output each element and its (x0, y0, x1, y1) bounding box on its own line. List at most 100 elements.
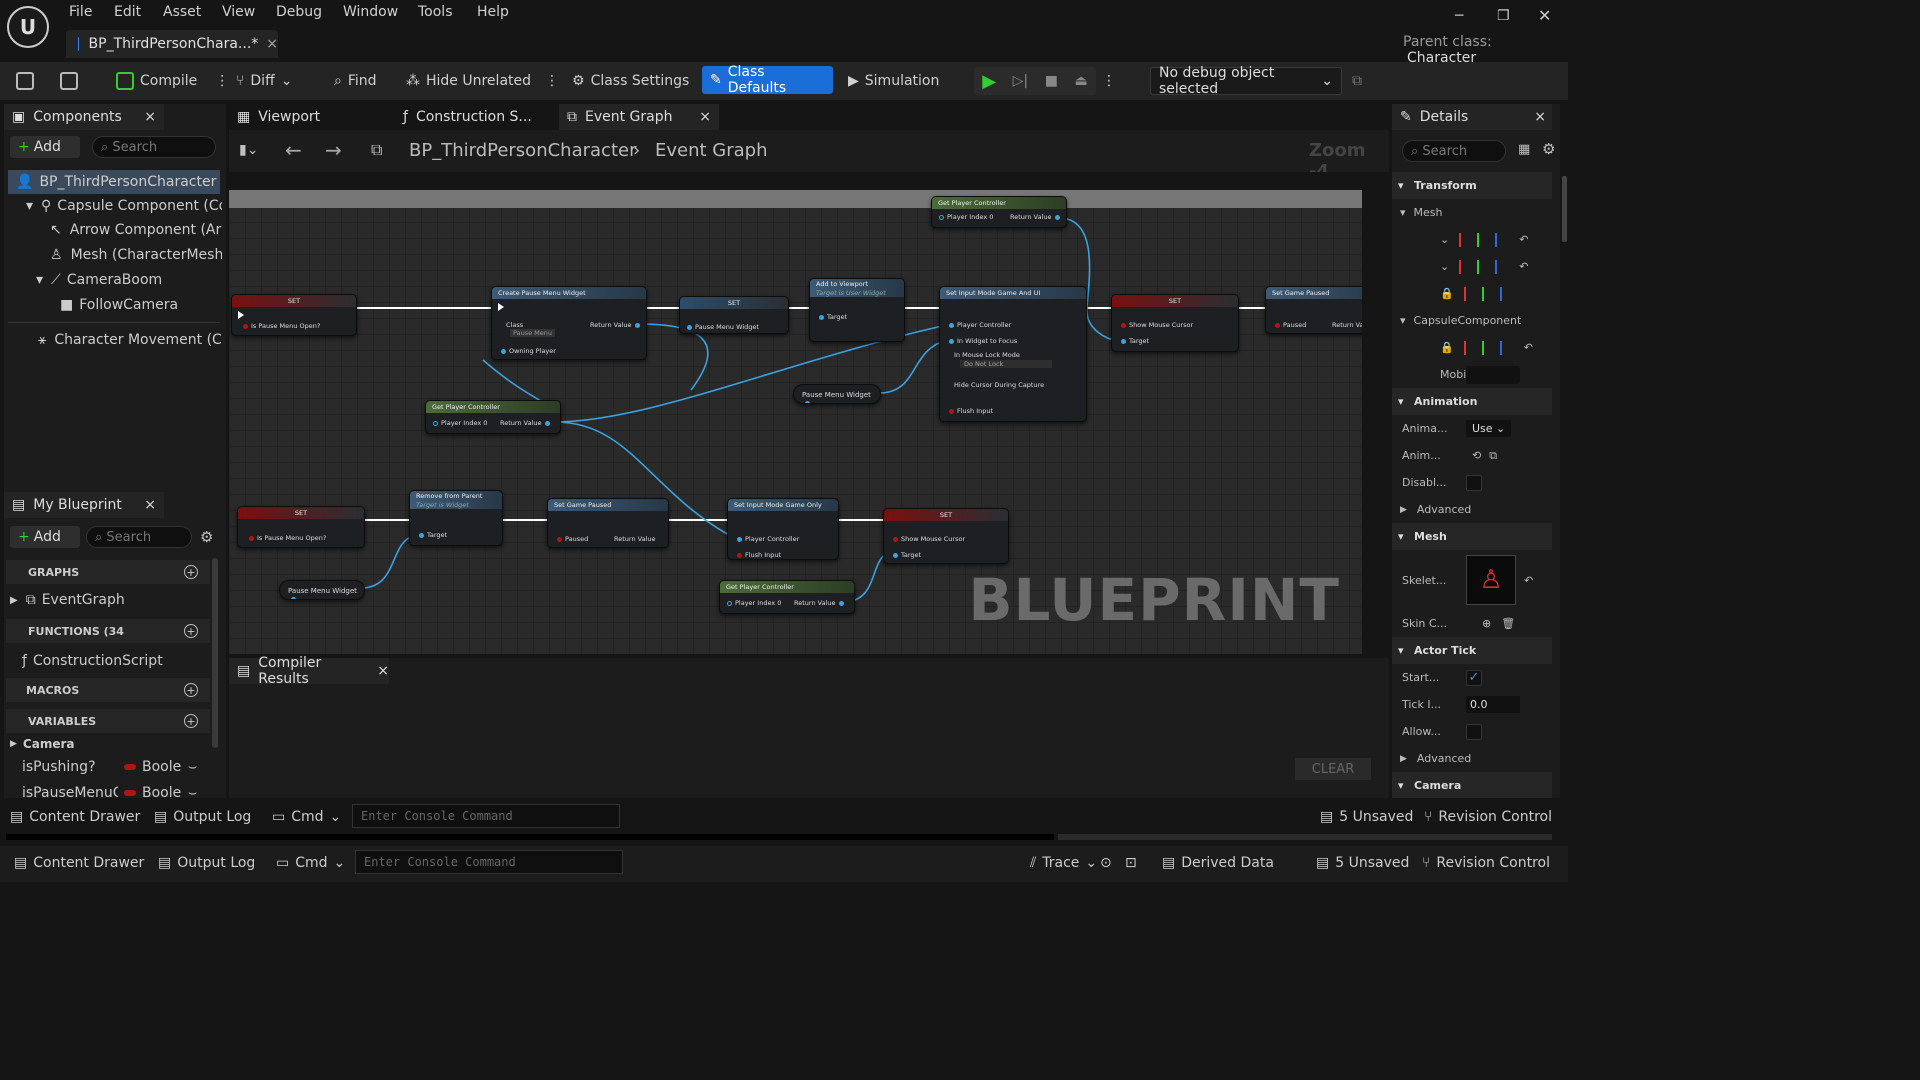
record-icon[interactable]: ⊙ (1100, 848, 1112, 878)
component-item-cameraboom[interactable]: ▾ ⟋ CameraBoom (36, 268, 222, 292)
find-button[interactable]: ⌕ Find (334, 62, 377, 100)
browse-button[interactable] (60, 62, 78, 100)
mesh-section[interactable]: ▾ Mesh (1392, 523, 1552, 550)
trash-icon[interactable]: 🗑 (1501, 617, 1515, 630)
menu-file[interactable]: File (69, 4, 92, 20)
class-settings-button[interactable]: ⚙ Class Settings (572, 62, 689, 100)
location-row[interactable]: ⌄ ↶ (1392, 226, 1552, 253)
add-member-button[interactable]: + Add (10, 526, 80, 548)
tick-interval-row[interactable]: Tick I... 0.0 (1392, 691, 1552, 718)
breadcrumb-root[interactable]: BP_ThirdPersonCharacter (409, 140, 636, 161)
component-item-self[interactable]: 👤 BP_ThirdPersonCharacter (Self) (8, 170, 220, 194)
visibility-icon[interactable]: ⌣ (188, 759, 197, 775)
details-tab[interactable]: ✎ Details × (1392, 104, 1552, 130)
remove-from-parent-node[interactable]: Remove from Parent Target is Widget Targe… (409, 490, 503, 546)
rotation-row[interactable]: ⌄ ↶ (1392, 253, 1552, 280)
hide-unrelated-button[interactable]: ⁂ Hide Unrelated ⋮ (406, 62, 559, 100)
reset-icon[interactable]: ⟲ (1472, 449, 1481, 462)
pause-widget-variable-node[interactable]: Pause Menu Widget (793, 384, 881, 404)
save-button[interactable] (16, 62, 34, 100)
advanced-row[interactable]: ▶ Advanced (1392, 496, 1552, 523)
simulation-button[interactable]: ▶ Simulation (848, 62, 939, 100)
table-view-icon[interactable]: ▦ (1518, 142, 1530, 157)
revision-control-button[interactable]: ⑂ Revision Control (1422, 848, 1550, 878)
visibility-icon[interactable]: ⌣ (188, 785, 197, 798)
add-graph-icon[interactable]: + (184, 565, 198, 579)
content-drawer-button[interactable]: ▤ Content Drawer (10, 802, 140, 832)
get-player-controller-node[interactable]: Get Player Controller Player Index 0 Ret… (425, 400, 561, 434)
unsaved-button[interactable]: ▤ 5 Unsaved (1320, 802, 1413, 832)
transform-section[interactable]: ▾ Transform (1392, 172, 1552, 199)
browse-icon[interactable]: ⧉ (1489, 449, 1497, 463)
menu-view[interactable]: View (222, 4, 255, 20)
create-widget-node[interactable]: Create Pause Menu Widget Class Pause Men… (491, 286, 647, 360)
tab-viewport[interactable]: ▦ Viewport (229, 104, 389, 130)
trace-button[interactable]: ⫽ Trace ⌄ (1030, 848, 1097, 878)
console-input[interactable]: Enter Console Command (355, 850, 623, 874)
anim-class-row[interactable]: Anim... ⟲ ⧉ (1392, 442, 1552, 469)
details-scrollbar[interactable] (1562, 176, 1567, 242)
start-tick-checkbox[interactable]: ✓ (1466, 669, 1482, 686)
disable-checkbox[interactable] (1466, 474, 1482, 491)
mesh-thumbnail[interactable]: ♙ (1466, 555, 1516, 605)
back-arrow-icon[interactable]: ← (285, 138, 302, 162)
scrollbar[interactable] (212, 558, 218, 748)
set-input-game-only-node[interactable]: Set Input Mode Game Only Player Controll… (727, 498, 839, 560)
set-pause-open-node[interactable]: SET Is Pause Menu Open? (237, 506, 365, 548)
minimize-icon[interactable]: ─ (1455, 8, 1463, 24)
variable-item[interactable]: isPushing? Boolean ⌣ (22, 755, 210, 779)
more-options-icon[interactable]: ⋮ (545, 73, 559, 89)
unreal-logo-icon[interactable]: U (7, 6, 49, 48)
my-blueprint-search-input[interactable]: ⌕ Search (86, 526, 192, 548)
close-icon[interactable]: × (377, 663, 389, 679)
lock-mode-select[interactable]: Do Not Lock (960, 360, 1052, 368)
set-show-cursor-node[interactable]: SET Show Mouse Cursor Target (883, 508, 1009, 564)
y-field[interactable] (1481, 340, 1498, 355)
get-player-controller-node[interactable]: Get Player Controller Player Index 0 Ret… (931, 196, 1067, 228)
components-search-input[interactable]: ⌕ Search (92, 136, 216, 158)
exec-pin-icon[interactable] (498, 303, 504, 311)
z-field[interactable] (1499, 286, 1516, 301)
reset-arrow-icon[interactable]: ↶ (1519, 260, 1528, 273)
forward-arrow-icon[interactable]: → (325, 138, 342, 162)
content-drawer-button[interactable]: ▤ Content Drawer (14, 848, 144, 878)
tick-interval-field[interactable]: 0.0 (1466, 696, 1520, 713)
play-icon[interactable]: ▶ (982, 71, 996, 92)
functions-section[interactable]: FUNCTIONS (34 (6, 619, 210, 643)
output-log-button[interactable]: ▤ Output Log (154, 802, 251, 832)
y-field[interactable] (1477, 259, 1493, 274)
z-field[interactable] (1495, 232, 1511, 247)
class-defaults-button[interactable]: ✎ Class Defaults (702, 64, 833, 96)
close-icon[interactable]: × (699, 109, 711, 125)
set-show-cursor-node[interactable]: SET Show Mouse Cursor Target (1111, 294, 1239, 352)
add-variable-icon[interactable]: + (184, 714, 198, 728)
unsaved-button[interactable]: ▤ 5 Unsaved (1316, 848, 1409, 878)
revision-control-button[interactable]: ⑂ Revision Control (1424, 802, 1552, 832)
components-tab[interactable]: ▣ Components × (4, 104, 164, 130)
component-item-mesh[interactable]: ♙ Mesh (CharacterMesh0) (50, 243, 222, 267)
lock-icon[interactable]: 🔒 (1440, 287, 1454, 300)
set-input-game-ui-node[interactable]: Set Input Mode Game And UI Player Contro… (939, 286, 1087, 422)
macros-section[interactable]: MACROS (6, 678, 210, 702)
mobility-toggle[interactable] (1466, 365, 1520, 384)
window-close-icon[interactable]: ✕ (1538, 6, 1551, 25)
lock-icon[interactable]: 🔒 (1440, 341, 1454, 354)
camera-section[interactable]: ▾ Camera (1392, 772, 1552, 798)
menu-debug[interactable]: Debug (276, 4, 322, 20)
tab-event-graph[interactable]: ⧉ Event Graph × (559, 104, 719, 130)
cmd-select[interactable]: ▭ Cmd ⌄ (272, 802, 341, 832)
component-item-capsule[interactable]: ▾ ⚲ Capsule Component (CollisionCylinder) (26, 194, 222, 218)
screenshot-icon[interactable]: ⊡ (1125, 848, 1137, 878)
menu-tools[interactable]: Tools (418, 4, 453, 20)
close-icon[interactable]: × (144, 109, 156, 125)
compiler-results-tab[interactable]: ▤ Compiler Results × (229, 655, 389, 687)
play-options-icon[interactable]: ⋮ (1102, 62, 1116, 100)
set-pause-widget-node[interactable]: SET Pause Menu Widget (679, 296, 789, 334)
index-field[interactable]: 0 (483, 419, 487, 427)
animation-mode-select[interactable]: Use ⌄ (1466, 420, 1512, 437)
tab-construction-script[interactable]: ƒ Construction S... (395, 104, 555, 130)
y-field[interactable] (1477, 232, 1493, 247)
variable-item[interactable]: isPauseMenuOpen? Boolean ⌣ (22, 781, 210, 798)
x-field[interactable] (1463, 340, 1480, 355)
set-pause-open-node[interactable]: SET Is Pause Menu Open? (231, 294, 357, 336)
